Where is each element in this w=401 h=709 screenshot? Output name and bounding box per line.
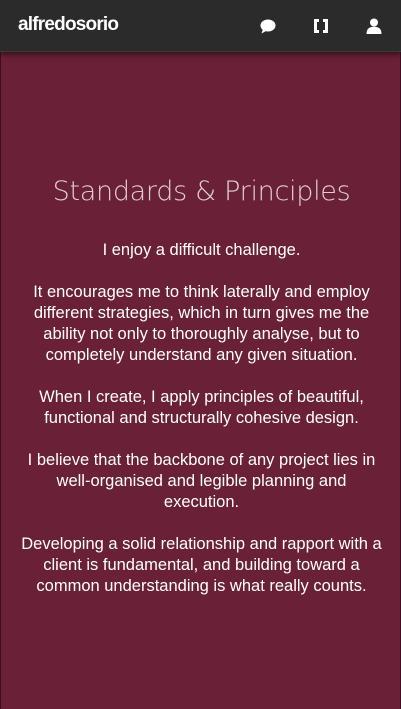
code-brackets-icon[interactable]	[311, 16, 331, 36]
brand-logo[interactable]: alfredosorio	[18, 14, 119, 36]
main-content: Standards & Principles I enjoy a difficu…	[0, 52, 401, 709]
paragraph-5: Developing a solid relationship and rapp…	[21, 535, 382, 595]
paragraph-2: It encourages me to think laterally and …	[33, 283, 370, 364]
user-icon[interactable]	[364, 16, 384, 36]
page-title: Standards & Principles	[52, 176, 351, 207]
paragraph-4: I believe that the backbone of any proje…	[27, 451, 376, 511]
chat-icon[interactable]	[258, 16, 278, 36]
principles-text: I enjoy a difficult challenge. It encour…	[19, 240, 384, 618]
paragraph-3: When I create, I apply principles of bea…	[39, 388, 364, 427]
top-navbar: alfredosorio	[0, 0, 401, 52]
paragraph-1: I enjoy a difficult challenge.	[102, 241, 301, 259]
